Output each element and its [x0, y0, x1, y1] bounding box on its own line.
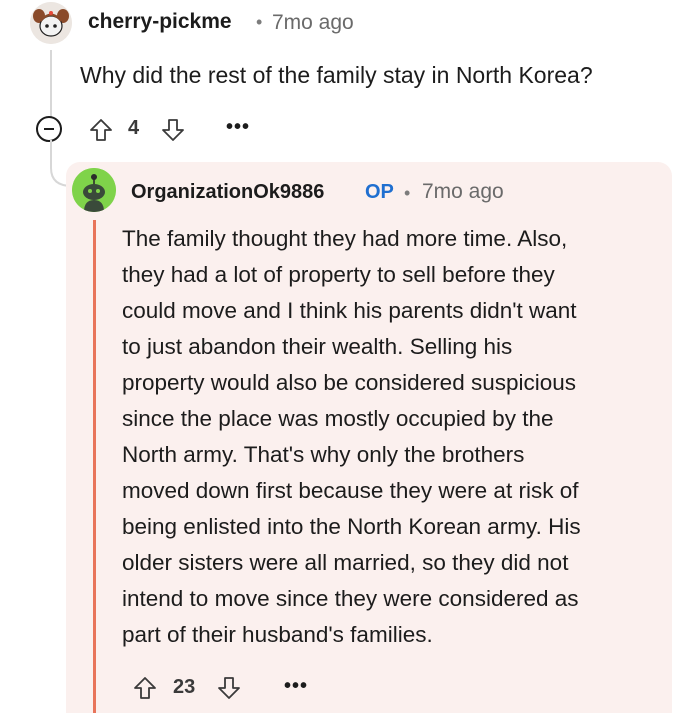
more-options-button[interactable]: ••• [284, 675, 308, 698]
meta-separator: • [404, 183, 411, 203]
op-badge: OP [365, 181, 394, 203]
comment-body-line: moved down first because they were at ri… [122, 478, 579, 503]
comment-author[interactable]: OrganizationOk9886 [131, 181, 324, 204]
snoo-avatar-green-icon [72, 168, 116, 212]
comment-body-line: being enlisted into the North Korean arm… [122, 514, 581, 539]
vote-score: 4 [128, 117, 140, 139]
comment-body-line: North army. That's why only the brothers [122, 442, 525, 467]
comment-body-line: to just abandon their wealth. Selling hi… [122, 334, 513, 359]
user-avatar[interactable] [72, 168, 116, 212]
upvote-button[interactable] [132, 675, 158, 701]
upvote-arrow-icon [90, 119, 112, 141]
comment-body-line: The family thought they had more time. A… [122, 226, 568, 251]
downvote-button[interactable] [216, 675, 242, 701]
comment-timestamp[interactable]: 7mo ago [422, 180, 504, 204]
vote-score: 23 [173, 676, 196, 698]
downvote-arrow-icon [162, 119, 184, 141]
comment-body-line: property would also be considered suspic… [122, 370, 577, 395]
comment-body-line: could move and I think his parents didn'… [122, 298, 577, 323]
more-options-button[interactable]: ••• [226, 116, 250, 139]
comment-author[interactable]: cherry-pickme [88, 10, 232, 34]
comment-body-line: part of their husband's families. [122, 622, 433, 647]
upvote-button[interactable] [88, 117, 114, 143]
user-avatar[interactable] [30, 2, 72, 44]
downvote-arrow-icon [218, 677, 240, 699]
collapse-thread-button[interactable] [36, 116, 62, 142]
comment-timestamp[interactable]: 7mo ago [272, 11, 354, 35]
comment-body: The family thought they had more time. A… [122, 221, 662, 653]
snoo-avatar-pigtails-icon [30, 2, 72, 44]
downvote-button[interactable] [160, 117, 186, 143]
comment-body-line: intend to move since they were considere… [122, 586, 579, 611]
comment-body-line: since the place was mostly occupied by t… [122, 406, 554, 431]
thread-line[interactable] [50, 50, 52, 118]
comment-body-line: older sisters were all married, so they … [122, 550, 569, 575]
upvote-arrow-icon [134, 677, 156, 699]
op-thread-line[interactable] [93, 220, 96, 713]
meta-separator: • [256, 12, 263, 32]
comment-body-line: they had a lot of property to sell befor… [122, 262, 555, 287]
comment-body: Why did the rest of the family stay in N… [80, 62, 593, 88]
